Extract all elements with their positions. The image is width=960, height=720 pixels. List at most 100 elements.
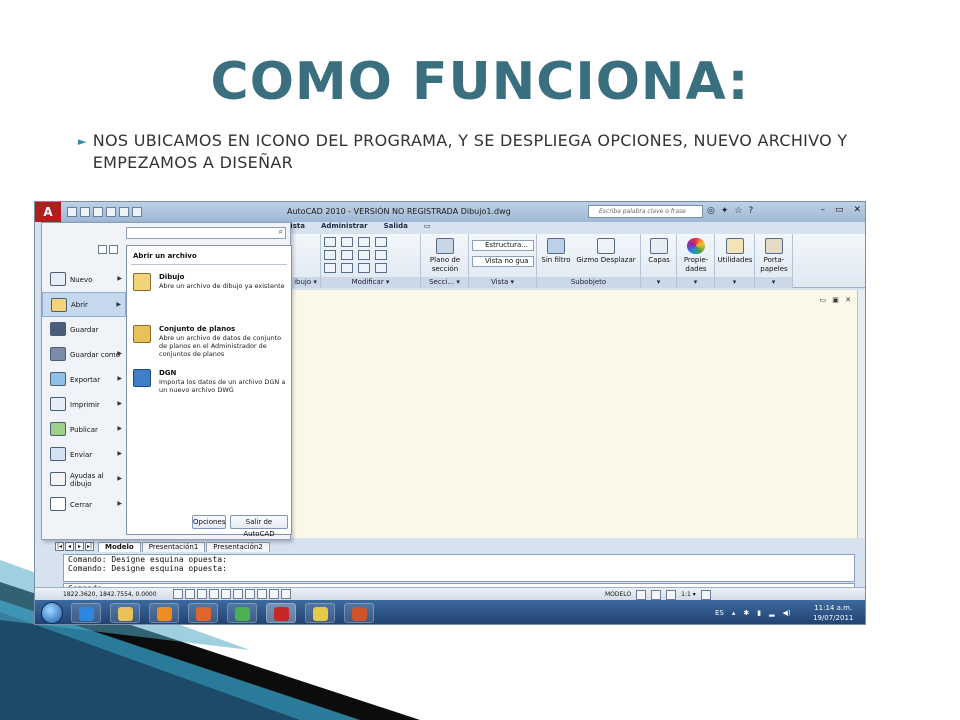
recent-docs-icon[interactable]	[98, 245, 107, 254]
tool-icon[interactable]	[341, 263, 353, 273]
submenu-item-conjunto[interactable]: Conjunto de planos Abre un archivo de da…	[133, 325, 289, 361]
group-label[interactable]: ibujo ▾	[291, 277, 320, 288]
group-label[interactable]: Vista ▾	[469, 277, 536, 288]
menu-item-cerrar[interactable]: Cerrar ▶	[42, 492, 126, 517]
redo-icon[interactable]	[119, 207, 129, 217]
group-label[interactable]: Secci... ▾	[421, 277, 468, 288]
qp-toggle-icon[interactable]	[281, 589, 291, 599]
taskbar-explorer[interactable]	[110, 603, 140, 623]
language-indicator[interactable]: ES	[715, 609, 724, 617]
help-search-input[interactable]: Escriba palabra clave o frase	[588, 205, 703, 218]
osnap-toggle-icon[interactable]	[221, 589, 231, 599]
drawing-canvas[interactable]	[291, 290, 857, 538]
menu-item-ayudas[interactable]: Ayudas al dibujo ▶	[42, 467, 126, 492]
taskbar-autocad[interactable]	[266, 603, 296, 623]
polar-toggle-icon[interactable]	[209, 589, 219, 599]
viewport-controls[interactable]: ▭ ▣ ✕	[819, 296, 853, 304]
tool-icon[interactable]	[324, 250, 336, 260]
binoculars-icon[interactable]: ◎	[707, 206, 715, 216]
layout-icon[interactable]	[636, 589, 647, 600]
utilidades-button[interactable]: Utilidades	[717, 238, 753, 265]
menu-item-enviar[interactable]: Enviar ▶	[42, 442, 126, 467]
plano-seccion-button[interactable]: Plano de sección	[425, 238, 465, 274]
tool-icon[interactable]	[375, 263, 387, 273]
tray-expand-icon[interactable]: ▴	[732, 609, 736, 617]
open-icon[interactable]	[80, 207, 90, 217]
menu-item-abrir[interactable]: Abrir ▶	[42, 292, 126, 317]
pan-icon[interactable]	[651, 589, 662, 600]
menu-search-input[interactable]: ⌕	[126, 227, 286, 239]
key-icon[interactable]: ✦	[721, 206, 729, 216]
sin-filtro-button[interactable]: Sin filtro	[539, 238, 573, 265]
annotation-scale[interactable]: 1:1 ▾	[681, 589, 696, 600]
tool-icon[interactable]	[341, 237, 353, 247]
group-expander[interactable]: ▾	[755, 277, 792, 288]
taskbar-powerpoint[interactable]	[344, 603, 374, 623]
print-icon[interactable]	[132, 207, 142, 217]
capas-button[interactable]: Capas	[643, 238, 675, 265]
zoom-icon[interactable]	[666, 589, 677, 600]
visual-style-dropdown[interactable]: Estructura...	[472, 240, 534, 251]
help-icon[interactable]: ?	[748, 206, 753, 216]
minimize-icon[interactable]: –	[820, 205, 825, 215]
close-icon[interactable]: ✕	[853, 205, 861, 215]
snap-toggle-icon[interactable]	[173, 589, 183, 599]
ribbon-toggle-icon[interactable]: ▭	[424, 222, 431, 234]
tab-modelo[interactable]: Modelo	[98, 541, 141, 552]
prev-tab-icon[interactable]: ◂	[65, 542, 74, 551]
otrack-toggle-icon[interactable]	[233, 589, 243, 599]
vertical-scrollbar[interactable]	[857, 290, 865, 538]
menu-item-nuevo[interactable]: Nuevo ▶	[42, 267, 126, 292]
group-expander[interactable]: ▾	[715, 277, 754, 288]
save-icon[interactable]	[93, 207, 103, 217]
taskbar-ie[interactable]	[71, 603, 101, 623]
new-icon[interactable]	[67, 207, 77, 217]
menu-item-imprimir[interactable]: Imprimir ▶	[42, 392, 126, 417]
submenu-item-dibujo[interactable]: Dibujo Abre un archivo de dibujo ya exis…	[133, 273, 289, 299]
taskbar-media[interactable]	[149, 603, 179, 623]
undo-icon[interactable]	[106, 207, 116, 217]
tool-icon[interactable]	[324, 237, 336, 247]
taskbar-firefox[interactable]	[188, 603, 218, 623]
clock[interactable]: 11:14 a.m. 19/07/2011	[813, 603, 853, 623]
tab-presentacion1[interactable]: Presentación1	[141, 541, 206, 552]
workspace-icon[interactable]	[700, 589, 711, 600]
options-button[interactable]: Opciones	[192, 515, 226, 529]
tool-icon[interactable]	[358, 237, 370, 247]
star-icon[interactable]: ☆	[734, 206, 742, 216]
menu-item-guardar-como[interactable]: Guardar como ▶	[42, 342, 126, 367]
portapapeles-button[interactable]: Porta- papeles	[757, 238, 791, 274]
submenu-item-dgn[interactable]: DGN Importa los datos de un archivo DGN …	[133, 369, 289, 397]
tool-icon[interactable]	[324, 263, 336, 273]
ortho-toggle-icon[interactable]	[197, 589, 207, 599]
start-button[interactable]	[41, 602, 63, 624]
lineweight-toggle-icon[interactable]	[269, 589, 279, 599]
tool-icon[interactable]	[341, 250, 353, 260]
network-icon[interactable]: ▂	[769, 609, 774, 617]
group-label[interactable]: Modificar ▾	[321, 277, 420, 288]
bluetooth-icon[interactable]: ✱	[743, 609, 749, 617]
propiedades-button[interactable]: Propie- dades	[679, 238, 713, 274]
tab-administrar[interactable]: Administrar	[321, 222, 368, 234]
taskbar-messenger[interactable]	[227, 603, 257, 623]
application-menu-button[interactable]: A	[35, 202, 61, 222]
dyn-toggle-icon[interactable]	[257, 589, 267, 599]
model-space-button[interactable]: MODELO	[605, 589, 631, 600]
menu-item-exportar[interactable]: Exportar ▶	[42, 367, 126, 392]
ducs-toggle-icon[interactable]	[245, 589, 255, 599]
last-tab-icon[interactable]: ▸|	[85, 542, 94, 551]
first-tab-icon[interactable]: |◂	[55, 542, 64, 551]
volume-icon[interactable]: ◀)	[783, 609, 791, 617]
grid-toggle-icon[interactable]	[185, 589, 195, 599]
open-docs-icon[interactable]	[109, 245, 118, 254]
next-tab-icon[interactable]: ▸	[75, 542, 84, 551]
tab-presentacion2[interactable]: Presentación2	[206, 541, 270, 552]
group-expander[interactable]: ▾	[641, 277, 676, 288]
tab-salida[interactable]: Salida	[384, 222, 408, 234]
exit-autocad-button[interactable]: Salir de AutoCAD	[230, 515, 288, 538]
battery-icon[interactable]: ▮	[757, 609, 761, 617]
tool-icon[interactable]	[375, 237, 387, 247]
menu-item-guardar[interactable]: Guardar	[42, 317, 126, 342]
maximize-icon[interactable]: ▭	[835, 205, 844, 215]
named-view-dropdown[interactable]: Vista no gua	[472, 256, 534, 267]
